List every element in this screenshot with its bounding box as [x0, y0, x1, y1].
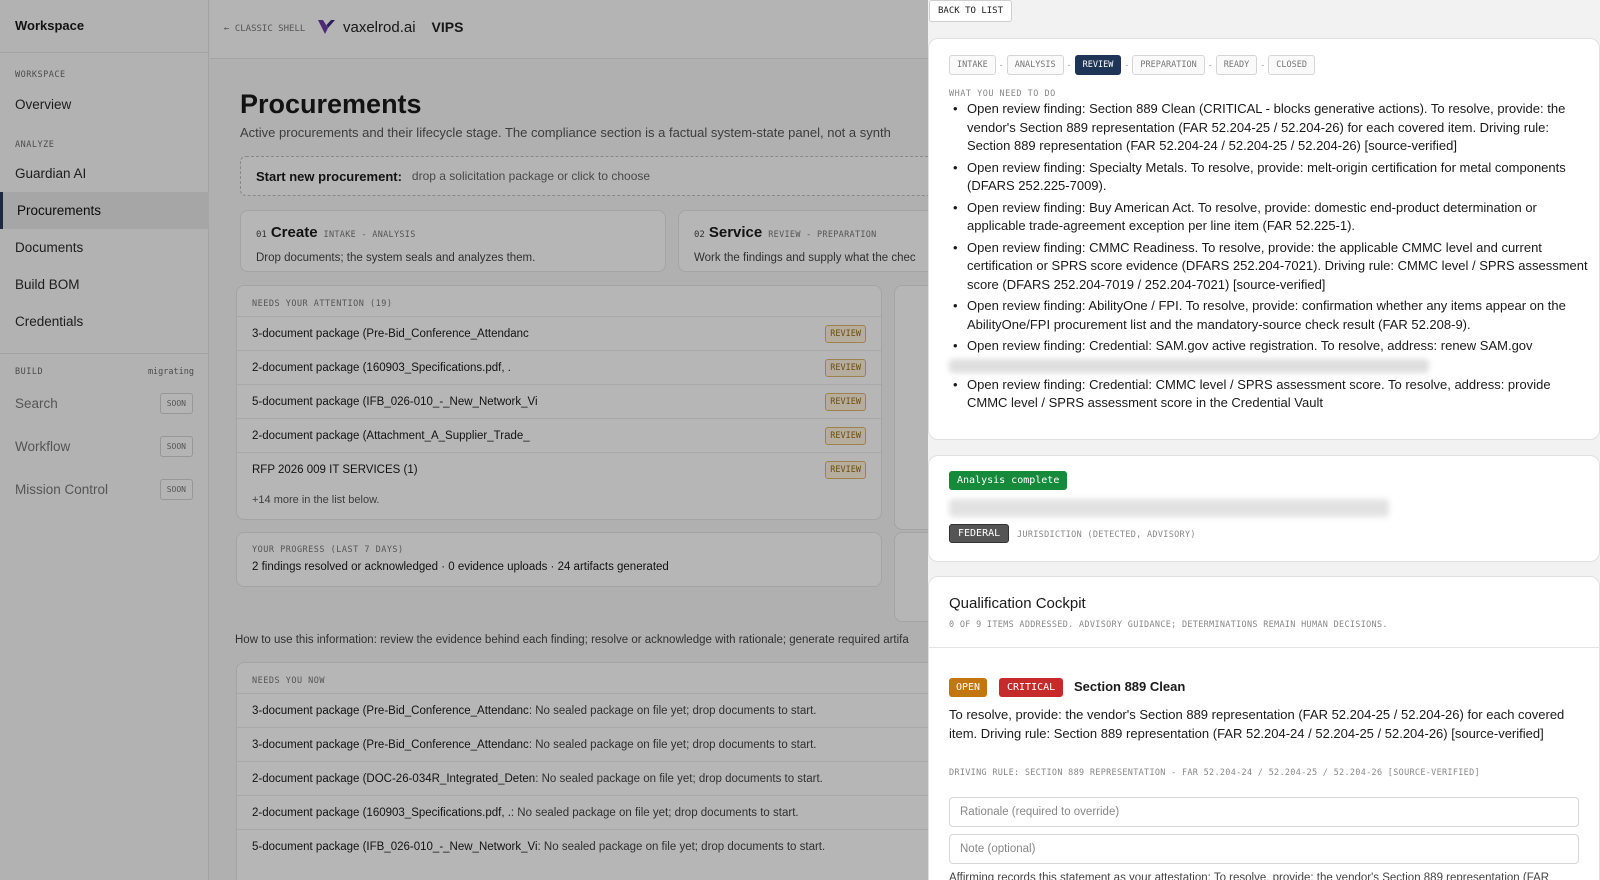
affirm-text: Affirming records this statement as your…	[949, 872, 1550, 880]
stage-review: REVIEW	[1074, 55, 1122, 75]
stage-separator: -	[1208, 60, 1212, 70]
analysis-card: Analysis complete FEDERAL JURISDICTION (…	[928, 455, 1600, 562]
stage-separator: -	[1125, 60, 1129, 70]
rationale-input[interactable]	[949, 797, 1579, 827]
stage-todo-card: INTAKE - ANALYSIS - REVIEW - PREPARATION…	[928, 38, 1600, 440]
redacted-summary	[949, 499, 1389, 517]
stage-closed: CLOSED	[1268, 55, 1315, 75]
todo-item: Open review finding: Credential: SAM.gov…	[949, 337, 1589, 356]
critical-severity-badge: CRITICAL	[999, 678, 1064, 697]
analysis-complete-badge: Analysis complete	[949, 471, 1068, 490]
redacted-text	[949, 358, 1429, 373]
lifecycle-stepper: INTAKE - ANALYSIS - REVIEW - PREPARATION…	[949, 55, 1315, 75]
stage-intake: INTAKE	[949, 55, 996, 75]
todo-item: Open review finding: Specialty Metals. T…	[949, 159, 1589, 196]
cockpit-title: Qualification Cockpit	[949, 595, 1086, 612]
stage-analysis: ANALYSIS	[1006, 55, 1064, 75]
todo-item: Open review finding: Section 889 Clean (…	[949, 100, 1589, 156]
cockpit-divider	[929, 647, 1599, 648]
todo-item: Open review finding: Credential: CMMC le…	[949, 376, 1589, 413]
drawer-backdrop[interactable]	[0, 0, 928, 880]
finding-title: Section 889 Clean	[1074, 679, 1186, 694]
jurisdiction-note: JURISDICTION (DETECTED, ADVISORY)	[1017, 530, 1196, 540]
jurisdiction-badge: FEDERAL	[949, 524, 1010, 543]
note-input[interactable]	[949, 834, 1579, 864]
stage-separator: -	[999, 60, 1003, 70]
open-status-badge: OPEN	[949, 678, 988, 697]
todo-list: Open review finding: Section 889 Clean (…	[949, 100, 1589, 416]
qualification-cockpit-card: Qualification Cockpit 0 OF 9 ITEMS ADDRE…	[928, 576, 1600, 880]
stage-preparation: PREPARATION	[1132, 55, 1205, 75]
cockpit-subtitle: 0 OF 9 ITEMS ADDRESSED. ADVISORY GUIDANC…	[949, 620, 1388, 630]
stage-separator: -	[1261, 60, 1265, 70]
stage-separator: -	[1067, 60, 1071, 70]
todo-label: WHAT YOU NEED TO DO	[949, 89, 1056, 99]
driving-rule: DRIVING RULE: SECTION 889 REPRESENTATION…	[949, 768, 1480, 778]
finding-body: To resolve, provide: the vendor's Sectio…	[949, 707, 1565, 741]
procurement-detail-drawer: BACK TO LIST INTAKE - ANALYSIS - REVIEW …	[928, 0, 1600, 880]
todo-item: Open review finding: AbilityOne / FPI. T…	[949, 297, 1589, 334]
stage-ready: READY	[1215, 55, 1258, 75]
back-to-list-button[interactable]: BACK TO LIST	[929, 0, 1013, 22]
todo-item: Open review finding: Buy American Act. T…	[949, 199, 1589, 236]
todo-item: Open review finding: CMMC Readiness. To …	[949, 239, 1589, 295]
